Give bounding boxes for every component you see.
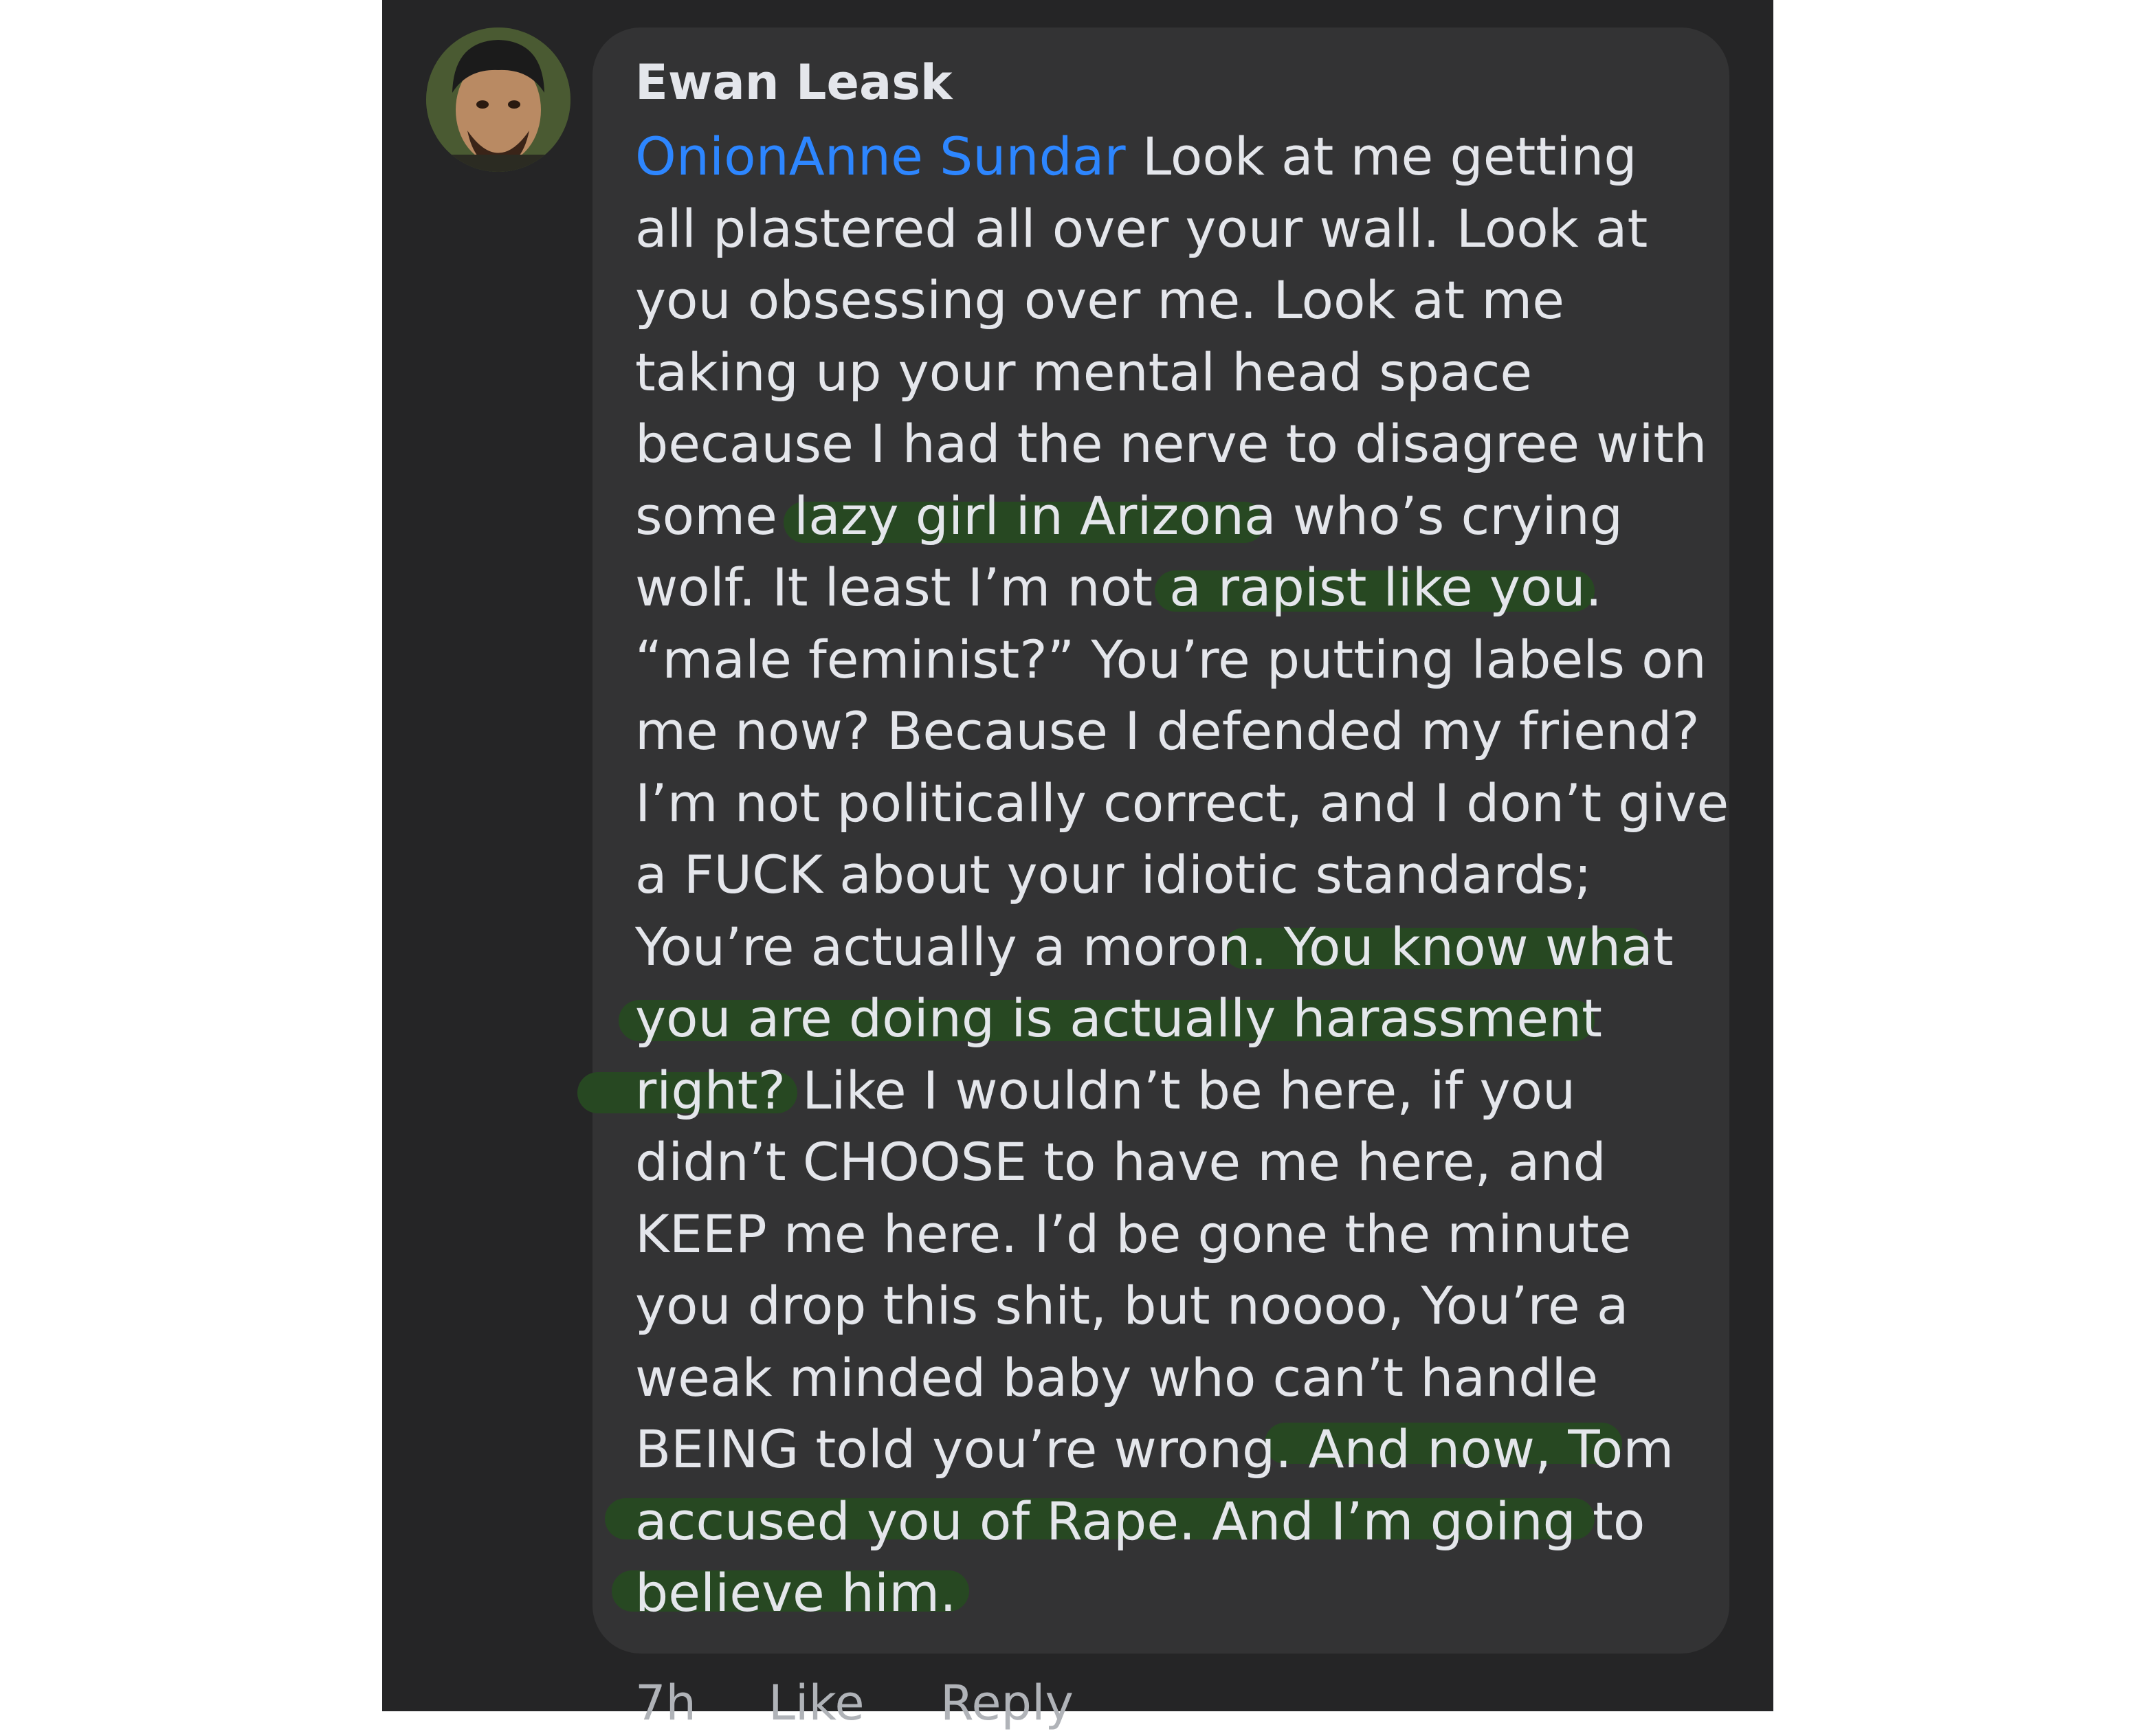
- comment-line: KEEP me here. I’d be gone the minute: [635, 1203, 1632, 1265]
- comment-author[interactable]: Ewan Leask: [635, 49, 952, 115]
- like-button[interactable]: Like: [768, 1670, 865, 1736]
- comment-timestamp[interactable]: 7h: [635, 1670, 696, 1736]
- comment-line: right? Like I wouldn’t be here, if you: [635, 1059, 1576, 1121]
- comment-line: you drop this shit, but noooo, You’re a: [635, 1275, 1629, 1336]
- comment-line: BEING told you’re wrong. And now, Tom: [635, 1418, 1674, 1480]
- comment-line: “male feminist?” You’re putting labels o…: [635, 628, 1707, 690]
- comment-line: didn’t CHOOSE to have me here, and: [635, 1131, 1606, 1192]
- mention-link[interactable]: OnionAnne Sundar: [635, 126, 1126, 187]
- comment-line: you are doing is actually harassment: [635, 988, 1602, 1049]
- comment-line: I’m not politically correct, and I don’t…: [635, 772, 1729, 834]
- comment-line: weak minded baby who can’t handle: [635, 1346, 1599, 1408]
- comment-line: because I had the nerve to disagree with: [635, 413, 1707, 474]
- comment-line: some lazy girl in Arizona who’s crying: [635, 485, 1623, 546]
- comment-line: believe him.: [635, 1562, 957, 1623]
- comment-line: accused you of Rape. And I’m going to: [635, 1490, 1645, 1552]
- avatar-portrait-icon: [426, 27, 570, 172]
- reply-button[interactable]: Reply: [940, 1670, 1074, 1736]
- comment-line: taking up your mental head space: [635, 341, 1533, 403]
- comment-line: wolf. It least I’m not a rapist like you…: [635, 557, 1602, 618]
- comment-line: You’re actually a moron. You know what: [635, 915, 1674, 977]
- comment-line: you obsessing over me. Look at me: [635, 269, 1565, 331]
- avatar[interactable]: [426, 27, 570, 172]
- comment-line: a FUCK about your idiotic standards;: [635, 844, 1592, 905]
- comment-line: all plastered all over your wall. Look a…: [635, 197, 1648, 259]
- comment-line: me now? Because I defended my friend?: [635, 700, 1700, 761]
- comment-body: OnionAnne Sundar Look at me getting all …: [635, 121, 1729, 1629]
- comment-line-text: Look at me getting: [1125, 126, 1637, 187]
- comment-line: OnionAnne Sundar Look at me getting: [635, 121, 1707, 193]
